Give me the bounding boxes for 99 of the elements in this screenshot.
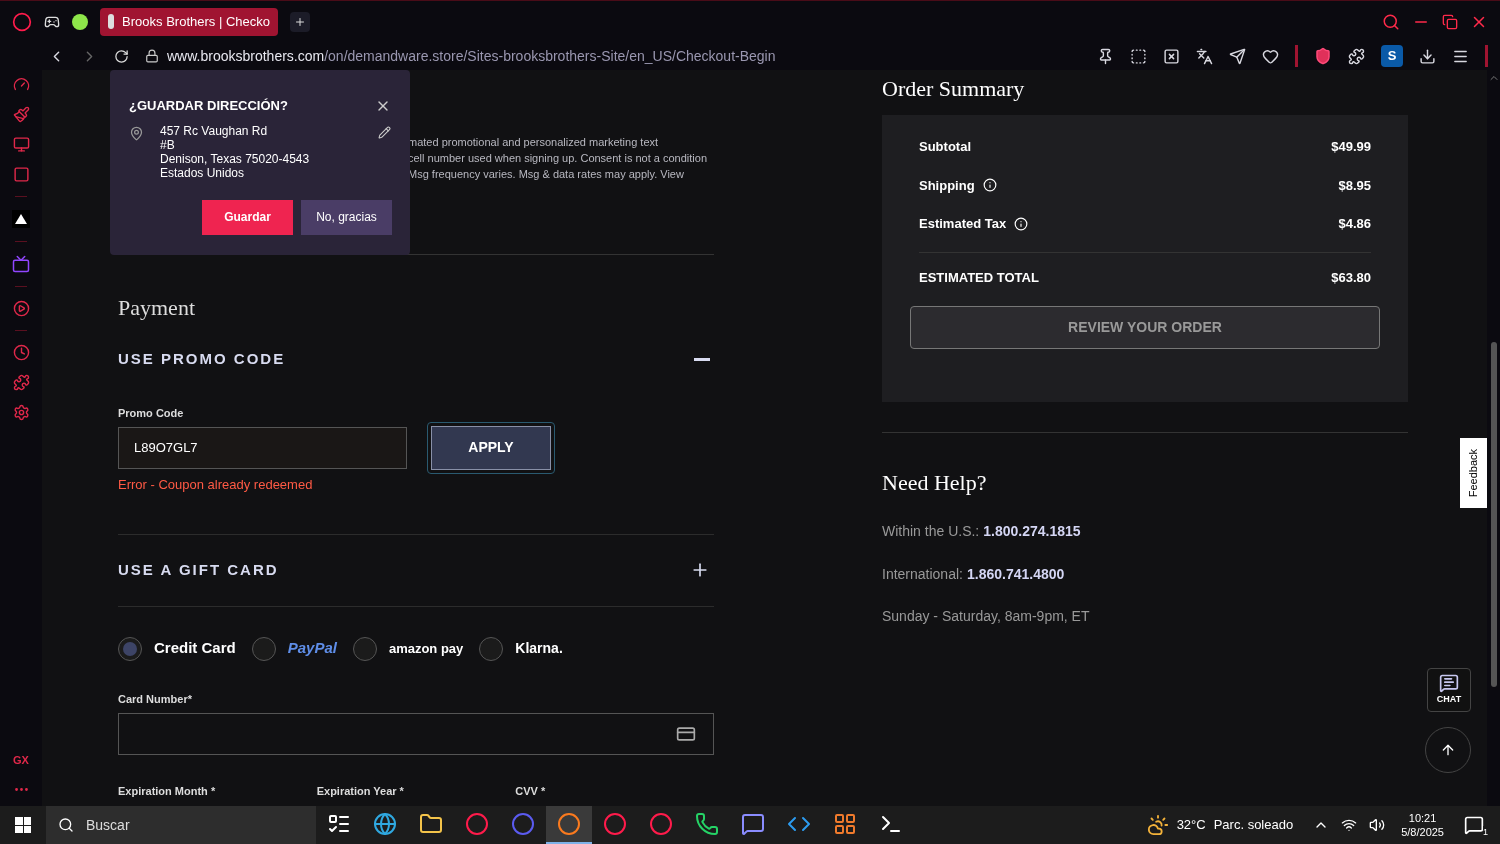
info-icon[interactable]: [1014, 216, 1029, 231]
radio-button[interactable]: [479, 636, 504, 661]
help-hours: Sunday - Saturday, 8am-9pm, ET: [882, 607, 1091, 626]
apply-button[interactable]: APPLY: [431, 425, 551, 470]
field-label: CVV *: [515, 784, 547, 799]
summary-value: $4.86: [1338, 215, 1371, 233]
clock-icon[interactable]: [12, 344, 30, 361]
total-value: $63.80: [1331, 268, 1371, 287]
popup-title: ¿GUARDAR DIRECCIÓN?: [129, 97, 288, 115]
address-bar[interactable]: www.brooksbrothers.com/on/demandware.store/Sites-brooksbrothers-Site/en_US/Checkout-Begin: [167, 45, 776, 67]
settings-icon[interactable]: [12, 404, 30, 421]
temperature[interactable]: 32°C: [1176, 815, 1206, 835]
payment-method-label: Klarna.: [515, 639, 563, 658]
address-line: Estados Unidos: [160, 165, 246, 180]
play-icon[interactable]: [12, 300, 30, 317]
sidebar-label[interactable]: GX: [13, 751, 29, 768]
phone-icon: [695, 812, 719, 836]
minus-icon: [694, 357, 710, 361]
phone-link[interactable]: 1.860.741.4800: [966, 564, 1065, 585]
address-line: #B: [160, 137, 176, 152]
search-icon: [58, 817, 74, 833]
volume-icon[interactable]: [1369, 817, 1386, 833]
payment-method-label: amazon pay: [388, 639, 464, 658]
notification-icon: [1464, 815, 1484, 835]
reload-icon[interactable]: [114, 48, 129, 64]
search-icon[interactable]: [1382, 12, 1400, 31]
payment-method-label: PayPal: [287, 638, 337, 659]
translate-icon[interactable]: [1196, 47, 1213, 65]
ring-logo-icon[interactable]: [12, 11, 32, 32]
decline-button[interactable]: No, gracias: [301, 199, 392, 235]
info-icon[interactable]: [982, 178, 997, 193]
save-button[interactable]: Guardar: [202, 199, 293, 235]
summary-value: $49.99: [1331, 138, 1371, 156]
feedback-tab[interactable]: Feedback: [1460, 438, 1487, 508]
field-label: Expiration Month *: [118, 784, 217, 799]
summary-label: Shipping: [919, 176, 975, 195]
search-field[interactable]: Buscar: [46, 806, 316, 844]
field-label: Card Number*: [118, 691, 193, 707]
snapshot-icon[interactable]: [1130, 47, 1147, 65]
clock[interactable]: 10:21 5/8/2025: [1401, 811, 1444, 839]
grid-icon: [833, 812, 857, 836]
field-label: Expiration Year *: [316, 784, 405, 799]
download-icon[interactable]: [1419, 47, 1436, 65]
summary-label: Subtotal: [919, 138, 971, 156]
weather-icon[interactable]: [1146, 814, 1169, 836]
accordion-header[interactable]: USE PROMO CODE: [118, 348, 714, 371]
favicon-icon: [108, 14, 115, 29]
ring-icon: [465, 812, 489, 836]
chat-button[interactable]: CHAT: [1427, 668, 1471, 712]
help-label: Within the U.S.:: [882, 522, 980, 541]
ring-icon: [557, 812, 581, 836]
radio-button[interactable]: [251, 636, 276, 661]
new-tab-button[interactable]: [290, 11, 310, 32]
heart-icon[interactable]: [1262, 47, 1279, 65]
summary-label: Estimated Tax: [919, 215, 1007, 233]
ring-icon: [603, 812, 627, 836]
profile-avatar[interactable]: S: [1381, 45, 1403, 67]
ring-icon: [511, 812, 535, 836]
tv-icon[interactable]: [12, 255, 30, 273]
accordion-header[interactable]: USE A GIFT CARD: [118, 535, 714, 607]
error-message: Error - Coupon already redeemed: [118, 475, 314, 494]
help-title: Need Help?: [882, 469, 988, 497]
radio-button[interactable]: [118, 636, 142, 661]
promo-code-field[interactable]: L89O7GL7: [118, 426, 407, 469]
send-icon[interactable]: [1229, 47, 1246, 65]
card-number-field[interactable]: [118, 713, 714, 755]
address-line: 457 Rc Vaughan Rd: [160, 123, 269, 138]
speed-dial-icon[interactable]: [12, 76, 30, 93]
order-summary-title: Order Summary: [882, 75, 1026, 103]
summary-value: $8.95: [1338, 176, 1371, 195]
payment-title: Payment: [118, 294, 196, 322]
phone-link[interactable]: 1.800.274.1815: [983, 521, 1081, 542]
globe-icon: [373, 812, 397, 836]
payment-method-label: Credit Card: [154, 638, 236, 659]
location-pin-icon: [129, 125, 144, 141]
folder-icon: [419, 812, 443, 836]
lock-icon: [145, 49, 159, 63]
sidebar-app-icon[interactable]: [12, 210, 30, 228]
shield-icon[interactable]: [1314, 47, 1332, 65]
help-label: International:: [882, 565, 963, 584]
blocker-icon[interactable]: [1163, 47, 1180, 65]
plus-icon: [294, 15, 306, 28]
chat-icon: [1439, 673, 1459, 694]
radio-button[interactable]: [352, 636, 377, 661]
square-icon[interactable]: [12, 166, 30, 183]
address-line: Denison, Texas 75020-4543: [160, 151, 311, 166]
edit-icon[interactable]: [378, 125, 391, 139]
review-order-button[interactable]: REVIEW YOUR ORDER: [910, 306, 1380, 349]
total-label: ESTIMATED TOTAL: [919, 268, 1039, 287]
pin-icon[interactable]: [1097, 47, 1114, 65]
monitor-icon[interactable]: [12, 136, 30, 153]
brush-icon[interactable]: [12, 106, 30, 123]
ring-icon: [649, 812, 673, 836]
browser-tab[interactable]: Brooks Brothers | Checko: [100, 7, 278, 36]
field-label: Promo Code: [118, 406, 184, 419]
chat-icon: [741, 812, 765, 836]
network-icon[interactable]: [1341, 817, 1358, 833]
restore-icon[interactable]: [1442, 13, 1458, 30]
weather-text[interactable]: Parc. soleado: [1213, 815, 1294, 835]
